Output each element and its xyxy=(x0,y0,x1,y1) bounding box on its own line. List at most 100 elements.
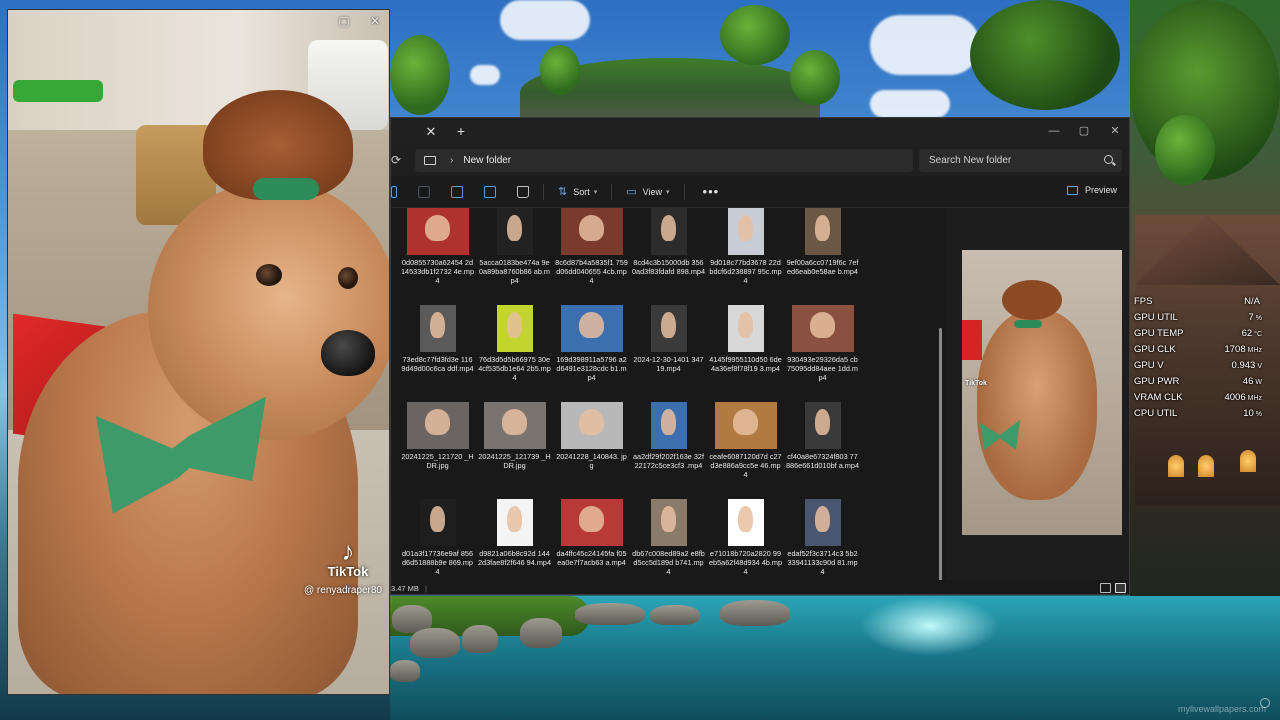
vertical-scrollbar[interactable] xyxy=(939,328,942,586)
perf-unit: W xyxy=(1255,379,1262,386)
perf-reading: 10% xyxy=(1243,408,1262,419)
file-item[interactable]: 0d0855730a62454 2d14533db1f2732 4e.mp4 xyxy=(399,208,476,305)
sort-label: Sort xyxy=(573,186,590,197)
preview-pane-button[interactable]: Preview xyxy=(1066,185,1117,195)
delete-icon[interactable] xyxy=(517,185,529,198)
file-item[interactable]: d9821a06b8c92d 1442d3fae8f2f646 94.mp4 xyxy=(476,499,553,586)
minimize-button[interactable]: — xyxy=(1043,122,1065,140)
file-item[interactable]: 20241228_140843. jpg xyxy=(553,402,630,499)
cut-icon[interactable] xyxy=(418,185,430,198)
file-name: ceafe6087120d7d c27d3e886a9cc5e 46.mp4 xyxy=(709,452,782,479)
preview-dog-topknot xyxy=(1002,280,1062,320)
close-button[interactable]: ✕ xyxy=(1104,122,1126,140)
search-box[interactable]: Search New folder xyxy=(919,149,1122,172)
more-options-button[interactable]: ••• xyxy=(703,184,720,199)
file-item[interactable]: 20241225_121720 _HDR.jpg xyxy=(399,402,476,499)
file-thumbnail xyxy=(650,499,687,546)
file-item[interactable]: 9d018c77bd3678 22dbdcf6d238897 95c.mp4 xyxy=(707,208,784,305)
wallpaper-settings-icon[interactable] xyxy=(1260,698,1270,708)
file-thumbnail xyxy=(560,499,623,546)
file-name: 4145f9955110d50 6de4a36ef8f78f19 3.mp4 xyxy=(709,355,782,373)
file-thumbnail xyxy=(727,305,764,352)
file-grid: 0d0855730a62454 2d14533db1f2732 4e.mp4 5a… xyxy=(399,208,934,586)
large-icons-view-icon[interactable] xyxy=(1115,583,1126,593)
file-thumbnail xyxy=(496,305,533,352)
file-item[interactable]: 5acca0183be474a 9e0a89ba8760b86 ab.mp4 xyxy=(476,208,553,305)
chevron-down-icon: ▾ xyxy=(593,188,598,196)
file-item[interactable]: 2024-12-30-1401 34719.mp4 xyxy=(630,305,707,402)
file-item[interactable]: 4145f9955110d50 6de4a36ef8f78f19 3.mp4 xyxy=(707,305,784,402)
file-list-area[interactable]: 0d0855730a62454 2d14533db1f2732 4e.mp4 5a… xyxy=(391,208,946,586)
perf-value: 4006 xyxy=(1224,392,1246,403)
file-item[interactable]: ceafe6087120d7d c27d3e886a9cc5e 46.mp4 xyxy=(707,402,784,499)
chevron-right-icon[interactable]: › xyxy=(450,155,453,166)
file-item[interactable]: d01a3f17736e9af 856d6d51888b9e 869.mp4 xyxy=(399,499,476,586)
share-icon[interactable] xyxy=(484,185,496,198)
perf-label: VRAM CLK xyxy=(1134,392,1183,403)
this-pc-icon[interactable] xyxy=(424,156,436,165)
file-thumbnail xyxy=(560,208,623,255)
file-item[interactable]: db67c008ed89a2 e8fbd5cc5d189d b741.mp4 xyxy=(630,499,707,586)
preview-dog-hair-tie xyxy=(1014,320,1042,328)
view-button[interactable]: ▭ View ▾ xyxy=(626,185,669,198)
preview-label: Preview xyxy=(1084,185,1117,195)
wallpaper-lit-window xyxy=(1240,450,1256,472)
perf-value: 1708 xyxy=(1224,344,1246,355)
breadcrumb-current-folder[interactable]: New folder xyxy=(463,155,511,166)
maximize-button[interactable]: ▢ xyxy=(1073,122,1095,140)
file-item[interactable]: 20241225_121739 _HDR.jpg xyxy=(476,402,553,499)
file-item[interactable]: 73ed8c77fd3fd3e 1169d49d00c6ca ddf.mp4 xyxy=(399,305,476,402)
command-bar: ⇅ Sort ▾ ▭ View ▾ ••• Preview xyxy=(391,176,1129,208)
tab-close-button[interactable]: ✕ xyxy=(423,124,439,140)
perf-label: GPU CLK xyxy=(1134,344,1176,355)
file-item[interactable]: aa2df29f202f163e 32f22172c5ce3cf3 .mp4 xyxy=(630,402,707,499)
performance-overlay: FPS N/A GPU UTIL 7% GPU TEMP 62 °C GPU CLK 1708 M… xyxy=(1134,296,1262,424)
new-tab-button[interactable]: + xyxy=(453,123,469,139)
new-item-icon[interactable] xyxy=(391,185,397,198)
file-name: aa2df29f202f163e 32f22172c5ce3cf3 .mp4 xyxy=(632,452,704,470)
thumbnail-subject xyxy=(738,506,753,532)
perf-label: GPU TEMP xyxy=(1134,328,1184,339)
file-item[interactable]: da4ffc45c24145fa f05ea0e7f7acb63 a.mp4 xyxy=(553,499,630,586)
file-name: 169d398911a5796 a2d6491e3128cdc b1.mp4 xyxy=(556,355,627,382)
dog-nose xyxy=(321,330,375,376)
file-item[interactable]: 8cd4c3b15000db 3560ad3f83fdafd 898.mp4 xyxy=(630,208,707,305)
file-name: 930493e29326da5 cb75095dd84aee 1dd.mp4 xyxy=(786,355,858,382)
address-row: ⟳ › New folder Search New folder xyxy=(391,146,1129,176)
file-item[interactable]: cf40a8e67324f803 77886e661d010bf a.mp4 xyxy=(784,402,861,499)
perf-unit: V xyxy=(1257,363,1262,370)
file-item[interactable]: 8c6d87b4a5835f1 759d06dd040655 4cb.mp4 xyxy=(553,208,630,305)
explorer-title-bar[interactable]: ✕ + — ▢ ✕ xyxy=(391,118,1129,146)
perf-row: FPS N/A xyxy=(1134,296,1262,312)
thumbnail-subject xyxy=(430,506,445,532)
file-item[interactable]: edaf52f3c3714c3 5b233941133c90d 81.mp4 xyxy=(784,499,861,586)
refresh-icon[interactable]: ⟳ xyxy=(391,153,403,167)
file-name: 9d018c77bd3678 22dbdcf6d238897 95c.mp4 xyxy=(709,258,782,285)
tiktok-watermark: ♪ TikTok xyxy=(303,538,389,579)
file-explorer-window[interactable]: ✕ + — ▢ ✕ ⟳ › New folder Search New fold… xyxy=(390,117,1130,595)
wallpaper-rock xyxy=(520,618,562,648)
sort-button[interactable]: ⇅ Sort ▾ xyxy=(558,185,597,198)
perf-label: CPU UTIL xyxy=(1134,408,1178,419)
file-name: 5acca0183be474a 9e0a89ba8760b86 ab.mp4 xyxy=(478,258,550,285)
preview-pane-icon xyxy=(1066,185,1078,195)
perf-row: GPU TEMP 62 °C xyxy=(1134,328,1262,344)
thumbnail-subject xyxy=(430,312,445,338)
address-bar[interactable]: › New folder xyxy=(415,149,913,172)
video-player-window[interactable]: ♪ TikTok @ renyadraper80 ▢ ✕ xyxy=(7,9,390,695)
thumbnail-subject xyxy=(502,409,527,435)
file-item[interactable]: 9ef00a6cc0719f6c 7efed6eab0e58ae b.mp4 xyxy=(784,208,861,305)
details-view-icon[interactable] xyxy=(1100,583,1111,593)
perf-value: 0.943 xyxy=(1231,360,1256,371)
preview-tiktok-watermark: TikTok xyxy=(965,380,987,387)
sort-icon: ⇅ xyxy=(558,186,568,198)
file-item[interactable]: 169d398911a5796 a2d6491e3128cdc b1.mp4 xyxy=(553,305,630,402)
copy-icon[interactable] xyxy=(451,185,463,198)
player-maximize-button[interactable]: ▢ xyxy=(333,12,355,30)
player-close-button[interactable]: ✕ xyxy=(364,12,386,30)
file-item[interactable]: 76d3d5d5b66975 30e4cf535db1e64 2b5.mp4 xyxy=(476,305,553,402)
thumbnail-subject xyxy=(425,215,450,241)
file-item[interactable]: 930493e29326da5 cb75095dd84aee 1dd.mp4 xyxy=(784,305,861,402)
file-thumbnail xyxy=(727,499,764,546)
file-item[interactable]: e71018b720a2820 99eb5a62f48d934 4b.mp4 xyxy=(707,499,784,586)
